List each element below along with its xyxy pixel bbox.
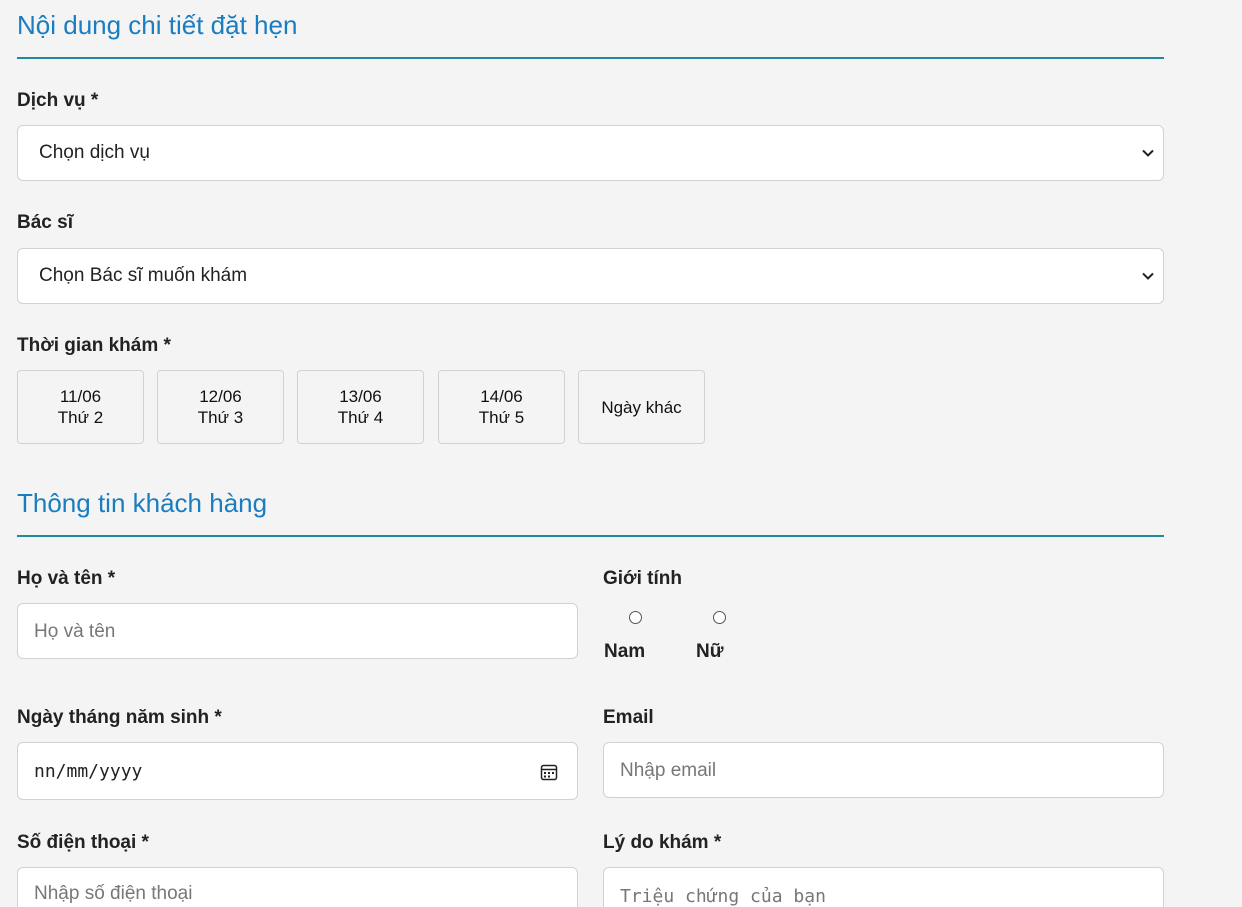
gender-female-label: Nữ	[696, 641, 724, 662]
reason-placeholder: Triệu chứng của bạn	[620, 886, 826, 907]
service-label: Dịch vụ *	[17, 90, 99, 111]
time-label: Thời gian khám *	[17, 335, 171, 356]
reason-textarea[interactable]: Triệu chứng của bạn	[603, 867, 1164, 907]
appointment-section-title: Nội dung chi tiết đặt hẹn	[17, 10, 298, 40]
chevron-down-icon	[1142, 272, 1154, 280]
doctor-select-value: Chọn Bác sĩ muốn khám	[39, 265, 248, 286]
date-option-day: Thứ 3	[197, 408, 244, 427]
name-placeholder: Họ và tên	[34, 621, 116, 642]
reason-label: Lý do khám *	[603, 832, 722, 853]
name-label: Họ và tên *	[17, 568, 116, 589]
email-input[interactable]: Nhập email	[603, 742, 1164, 798]
date-option[interactable]: 13/06 Thứ 4	[297, 370, 424, 444]
other-date-label: Ngày khác	[601, 397, 682, 417]
service-select[interactable]: Chọn dịch vụ	[17, 125, 1164, 181]
gender-male-radio[interactable]	[629, 611, 642, 624]
doctor-select[interactable]: Chọn Bác sĩ muốn khám	[17, 248, 1164, 304]
doctor-label: Bác sĩ	[17, 212, 73, 233]
date-option-date: 14/06	[480, 387, 523, 406]
dob-placeholder: nn/mm/yyyy	[34, 761, 143, 782]
date-option-day: Thứ 2	[57, 408, 104, 427]
date-option-day: Thứ 4	[337, 408, 384, 427]
dob-input[interactable]: nn/mm/yyyy	[17, 742, 578, 800]
date-option[interactable]: 14/06 Thứ 5	[438, 370, 565, 444]
phone-input[interactable]: Nhập số điện thoại	[17, 867, 578, 907]
dob-label: Ngày tháng năm sinh *	[17, 707, 222, 728]
phone-placeholder: Nhập số điện thoại	[34, 883, 193, 904]
calendar-icon[interactable]	[539, 762, 559, 782]
phone-label: Số điện thoại *	[17, 832, 149, 853]
gender-label: Giới tính	[603, 568, 682, 589]
gender-female-radio[interactable]	[713, 611, 726, 624]
section-divider	[17, 535, 1164, 537]
service-select-value: Chọn dịch vụ	[39, 142, 150, 163]
chevron-down-icon	[1142, 149, 1154, 157]
email-label: Email	[603, 707, 654, 728]
name-input[interactable]: Họ và tên	[17, 603, 578, 659]
date-option[interactable]: 11/06 Thứ 2	[17, 370, 144, 444]
date-option-date: 11/06	[59, 387, 102, 406]
section-divider	[17, 57, 1164, 59]
date-option-day: Thứ 5	[478, 408, 525, 427]
date-option-date: 13/06	[339, 387, 382, 406]
email-placeholder: Nhập email	[620, 760, 717, 781]
customer-section-title: Thông tin khách hàng	[17, 488, 268, 518]
other-date-button[interactable]: Ngày khác	[578, 370, 705, 444]
gender-male-label: Nam	[604, 641, 646, 662]
date-option[interactable]: 12/06 Thứ 3	[157, 370, 284, 444]
date-option-date: 12/06	[199, 387, 242, 406]
